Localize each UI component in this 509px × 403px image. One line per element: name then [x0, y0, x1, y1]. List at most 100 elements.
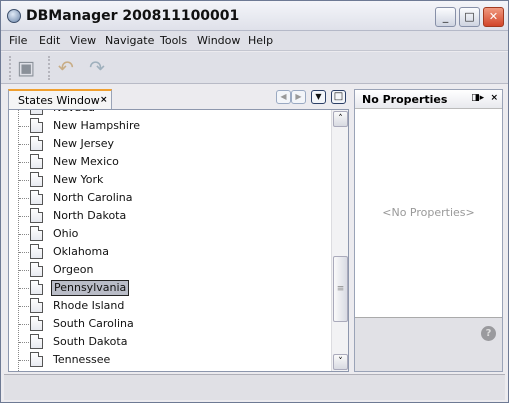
- tree-connector: [19, 198, 29, 199]
- no-properties-text: <No Properties>: [382, 206, 475, 219]
- tree-item[interactable]: New Mexico: [9, 153, 329, 171]
- properties-panel: No Properties ◨▸ × <No Properties> ?: [354, 89, 503, 372]
- tree-connector: [19, 252, 29, 253]
- tab-label: States Window: [18, 94, 100, 107]
- application-window: DBManager 200811100001 _ □ ✕ File Edit V…: [0, 0, 509, 403]
- document-icon: [30, 110, 43, 115]
- maximize-panel-button[interactable]: □: [331, 90, 346, 104]
- toolbar-grip[interactable]: [48, 56, 50, 80]
- tree-item-label: South Carolina: [53, 317, 134, 330]
- document-icon: [30, 136, 43, 151]
- tree-item-label: Nevada: [51, 110, 97, 115]
- minimize-button[interactable]: _: [435, 7, 456, 27]
- tree-connector: [19, 180, 29, 181]
- menu-tools[interactable]: Tools: [160, 34, 187, 47]
- window-title: DBManager 200811100001: [26, 8, 240, 24]
- tree-item-label: Orgeon: [53, 263, 94, 276]
- properties-header: No Properties ◨▸ ×: [355, 90, 502, 109]
- redo-icon[interactable]: ↷: [86, 57, 108, 79]
- document-icon: [30, 244, 43, 259]
- title-bar[interactable]: DBManager 200811100001 _ □ ✕: [1, 1, 508, 31]
- maximize-button[interactable]: □: [459, 7, 480, 27]
- tree-item[interactable]: Rhode Island: [9, 297, 329, 315]
- tree-connector: [19, 342, 29, 343]
- tree-item-label: Oklahoma: [53, 245, 109, 258]
- menu-bar: File Edit View Navigate Tools Window Hel…: [1, 31, 508, 51]
- document-icon: [30, 226, 43, 241]
- tree-item[interactable]: New York: [9, 171, 329, 189]
- tree-item[interactable]: North Carolina: [9, 189, 329, 207]
- tree-item[interactable]: Nevada: [9, 110, 329, 117]
- menu-window[interactable]: Window: [197, 34, 240, 47]
- scroll-up-button[interactable]: ˄: [333, 111, 348, 127]
- document-icon: [30, 208, 43, 223]
- app-icon: [7, 9, 21, 23]
- tree-item[interactable]: New Hampshire: [9, 117, 329, 135]
- tree-connector: [19, 324, 29, 325]
- tab-states-window[interactable]: States Window ×: [8, 89, 112, 109]
- menu-file[interactable]: File: [9, 34, 27, 47]
- document-icon: [30, 316, 43, 331]
- tree-item[interactable]: Pennsylvania: [9, 279, 329, 297]
- tree-item-label: South Dakota: [53, 335, 128, 348]
- menu-help[interactable]: Help: [248, 34, 273, 47]
- tree-connector: [19, 162, 29, 163]
- tree-item[interactable]: Ohio: [9, 225, 329, 243]
- tree-item-label: New Jersey: [53, 137, 115, 150]
- status-bar: [4, 374, 505, 400]
- states-window-panel: States Window × ◀ ▶ ▼ □ Nevada New Hampsh…: [8, 89, 349, 372]
- document-icon: [30, 262, 43, 277]
- document-icon: [30, 298, 43, 313]
- properties-close-icon[interactable]: ×: [490, 93, 498, 103]
- tree-connector: [19, 216, 29, 217]
- tree-item-label: New Mexico: [53, 155, 119, 168]
- menu-navigate[interactable]: Navigate: [105, 34, 154, 47]
- scroll-down-button[interactable]: ˅: [333, 354, 348, 370]
- tree-item[interactable]: New Jersey: [9, 135, 329, 153]
- document-icon: [30, 172, 43, 187]
- toolbar: ▣ ↶ ↷: [1, 52, 508, 84]
- tree-item[interactable]: North Dakota: [9, 207, 329, 225]
- minimize-panel-icon[interactable]: ◨▸: [471, 93, 484, 103]
- properties-description-area: ?: [355, 317, 502, 371]
- tree-item-label: Tennessee: [53, 353, 111, 366]
- toolbar-grip[interactable]: [9, 56, 11, 80]
- tree-item-label: Ohio: [53, 227, 79, 240]
- tree-connector: [19, 270, 29, 271]
- tree-item-label: North Dakota: [53, 209, 127, 222]
- window-list-button[interactable]: ▼: [311, 90, 326, 104]
- tree-connector: [19, 306, 29, 307]
- document-icon: [30, 352, 43, 367]
- tree-connector: [19, 126, 29, 127]
- document-icon: [30, 154, 43, 169]
- tree-item-label: New York: [53, 173, 104, 186]
- tab-close-icon[interactable]: ×: [100, 95, 108, 105]
- tree-item[interactable]: Oklahoma: [9, 243, 329, 261]
- vertical-scrollbar[interactable]: ˄ ≡ ˅: [331, 110, 348, 371]
- properties-title: No Properties: [362, 93, 448, 106]
- scroll-tabs-left-button[interactable]: ◀: [276, 90, 291, 104]
- tree-item[interactable]: Tennessee: [9, 351, 329, 369]
- tree-item-label: Rhode Island: [53, 299, 125, 312]
- tree-item[interactable]: South Carolina: [9, 315, 329, 333]
- document-icon: [30, 190, 43, 205]
- tree-item-label: New Hampshire: [53, 119, 141, 132]
- save-all-icon[interactable]: ▣: [15, 57, 37, 79]
- scroll-thumb[interactable]: ≡: [333, 256, 348, 322]
- document-icon: [30, 280, 43, 295]
- menu-edit[interactable]: Edit: [39, 34, 60, 47]
- tree-item[interactable]: Orgeon: [9, 261, 329, 279]
- tree-item[interactable]: South Dakota: [9, 333, 329, 351]
- tree-connector: [19, 144, 29, 145]
- document-icon: [30, 334, 43, 349]
- tree-item-label: North Carolina: [53, 191, 133, 204]
- scroll-tabs-right-button[interactable]: ▶: [291, 90, 306, 104]
- tree-connector: [19, 234, 29, 235]
- menu-view[interactable]: View: [70, 34, 96, 47]
- tree-item-label: Pennsylvania: [51, 280, 130, 296]
- tree-connector: [19, 288, 29, 289]
- tree-connector: [19, 360, 29, 361]
- close-button[interactable]: ✕: [483, 7, 504, 27]
- undo-icon[interactable]: ↶: [55, 57, 77, 79]
- help-icon[interactable]: ?: [481, 326, 496, 341]
